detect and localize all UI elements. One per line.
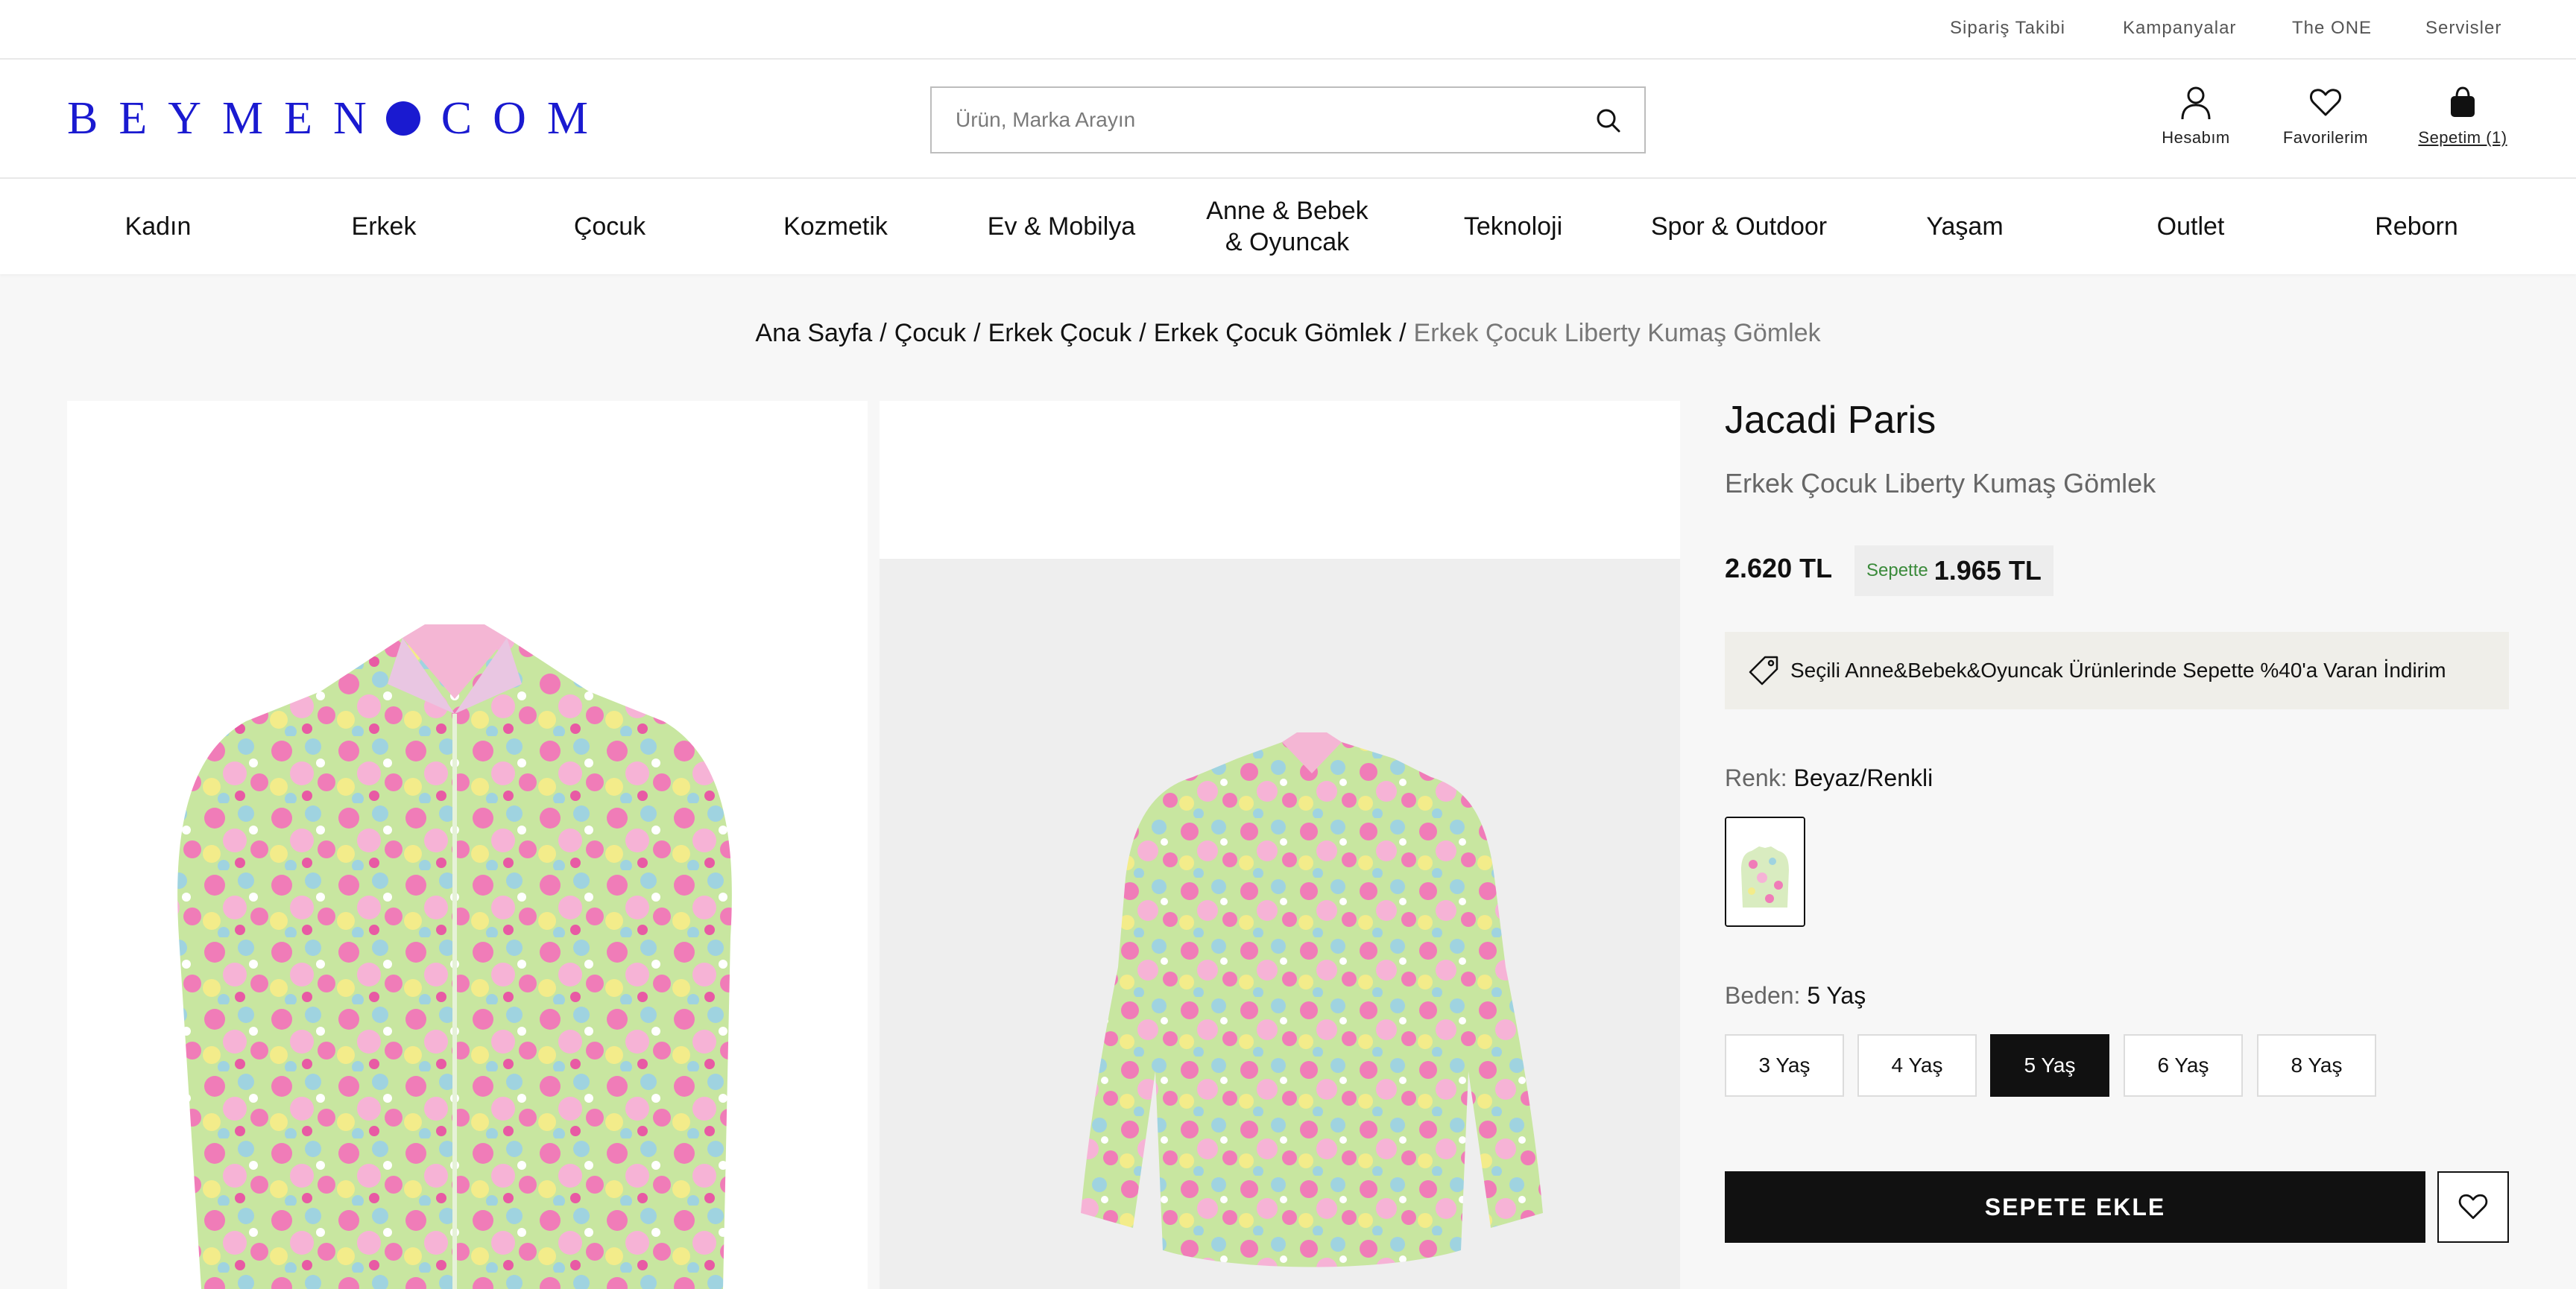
- favorites-button[interactable]: Favorilerim: [2279, 85, 2372, 148]
- logo-text-right: COM: [441, 92, 610, 144]
- nav-item-cocuk[interactable]: Çocuk: [498, 179, 722, 274]
- product-name: Erkek Çocuk Liberty Kumaş Gömlek: [1725, 468, 2156, 498]
- promo-text: Seçili Anne&Bebek&Oyuncak Ürünlerinde Se…: [1790, 659, 2446, 682]
- logo-dot: [385, 101, 420, 136]
- basket-price-value: 1.965 TL: [1933, 555, 2042, 586]
- nav-item-spor-outdoor[interactable]: Spor & Outdoor: [1627, 179, 1851, 274]
- nav-item-yasam[interactable]: Yaşam: [1853, 179, 2077, 274]
- heart-icon: [2458, 1194, 2488, 1220]
- breadcrumb-item-cocuk[interactable]: Çocuk: [894, 319, 966, 347]
- site-header: BEYMEN COM Hesabım Favorilerim Sepetim (…: [0, 60, 2576, 179]
- top-utility-bar: Sipariş Takibi Kampanyalar The ONE Servi…: [0, 0, 2576, 60]
- shirt-back-image: [1081, 732, 1543, 1267]
- nav-item-kozmetik[interactable]: Kozmetik: [724, 179, 947, 274]
- the-one-link[interactable]: The ONE: [2292, 18, 2372, 39]
- breadcrumb-current: Erkek Çocuk Liberty Kumaş Gömlek: [1413, 319, 1821, 347]
- color-label-row: Renk: Beyaz/Renkli: [1725, 764, 1933, 792]
- product-image-front[interactable]: [67, 401, 868, 1289]
- size-option-3-yas[interactable]: 3 Yaş: [1725, 1034, 1844, 1097]
- nav-item-teknoloji[interactable]: Teknoloji: [1401, 179, 1625, 274]
- cart-label: Sepetim (1): [2418, 128, 2507, 147]
- breadcrumb-item-erkek-cocuk-gomlek[interactable]: Erkek Çocuk Gömlek: [1154, 319, 1392, 347]
- nav-item-kadin[interactable]: Kadın: [46, 179, 270, 274]
- nav-item-erkek[interactable]: Erkek: [272, 179, 496, 274]
- search-box: [930, 86, 1646, 153]
- color-value: Beyaz/Renkli: [1793, 764, 1933, 791]
- shopping-bag-icon: [2451, 86, 2475, 117]
- heart-icon: [2310, 89, 2341, 116]
- logo-text-left: BEYMEN: [67, 92, 388, 144]
- order-tracking-link[interactable]: Sipariş Takibi: [1950, 18, 2065, 39]
- basket-price-badge: Sepette 1.965 TL: [1854, 545, 2053, 596]
- size-value: 5 Yaş: [1807, 982, 1866, 1009]
- add-to-cart-button[interactable]: SEPETE EKLE: [1725, 1171, 2425, 1243]
- breadcrumb-item-erkek-cocuk[interactable]: Erkek Çocuk: [988, 319, 1132, 347]
- user-icon: [2181, 86, 2211, 120]
- product-image-back[interactable]: [880, 401, 1680, 1289]
- size-label-row: Beden: 5 Yaş: [1725, 982, 1866, 1010]
- nav-item-outlet[interactable]: Outlet: [2079, 179, 2302, 274]
- product-price: 2.620 TL: [1725, 553, 1833, 583]
- size-option-4-yas[interactable]: 4 Yaş: [1857, 1034, 1977, 1097]
- size-option-6-yas[interactable]: 6 Yaş: [2124, 1034, 2243, 1097]
- color-label: Renk:: [1725, 764, 1787, 791]
- campaigns-link[interactable]: Kampanyalar: [2123, 18, 2236, 39]
- nav-item-anne-bebek-oyuncak[interactable]: Anne & Bebek & Oyuncak: [1175, 179, 1399, 274]
- breadcrumb-item-home[interactable]: Ana Sayfa: [755, 319, 872, 347]
- account-label: Hesabım: [2162, 128, 2230, 147]
- breadcrumb-separator: /: [973, 319, 981, 347]
- add-to-favorites-button[interactable]: [2437, 1171, 2509, 1243]
- breadcrumb-separator: /: [1139, 319, 1146, 347]
- cart-button[interactable]: Sepetim (1): [2416, 85, 2509, 148]
- size-option-5-yas[interactable]: 5 Yaş: [1990, 1034, 2109, 1097]
- basket-price-label: Sepette: [1866, 560, 1928, 580]
- shirt-front-image: [177, 624, 732, 1289]
- breadcrumb-separator: /: [880, 319, 887, 347]
- search-input[interactable]: [956, 88, 1567, 152]
- nav-item-reborn[interactable]: Reborn: [2305, 179, 2528, 274]
- beymen-logo[interactable]: BEYMEN COM: [67, 92, 609, 145]
- size-label: Beden:: [1725, 982, 1801, 1009]
- breadcrumb-separator: /: [1399, 319, 1407, 347]
- tag-icon: [1749, 656, 1778, 685]
- swatch-thumbnail: [1726, 818, 1804, 925]
- nav-item-ev-mobilya[interactable]: Ev & Mobilya: [950, 179, 1173, 274]
- services-link[interactable]: Servisler: [2425, 18, 2501, 39]
- promo-banner[interactable]: Seçili Anne&Bebek&Oyuncak Ürünlerinde Se…: [1725, 632, 2509, 709]
- breadcrumb: Ana Sayfa / Çocuk / Erkek Çocuk / Erkek Çocuk …: [0, 319, 2576, 348]
- size-option-8-yas[interactable]: 8 Yaş: [2257, 1034, 2376, 1097]
- color-swatch-beyaz-renkli[interactable]: [1725, 817, 1805, 927]
- product-brand[interactable]: Jacadi Paris: [1725, 398, 1936, 443]
- favorites-label: Favorilerim: [2282, 128, 2369, 147]
- account-button[interactable]: Hesabım: [2160, 85, 2232, 148]
- search-icon[interactable]: [1594, 106, 1623, 136]
- category-nav: Kadın Erkek Çocuk Kozmetik Ev & Mobilya …: [0, 179, 2576, 274]
